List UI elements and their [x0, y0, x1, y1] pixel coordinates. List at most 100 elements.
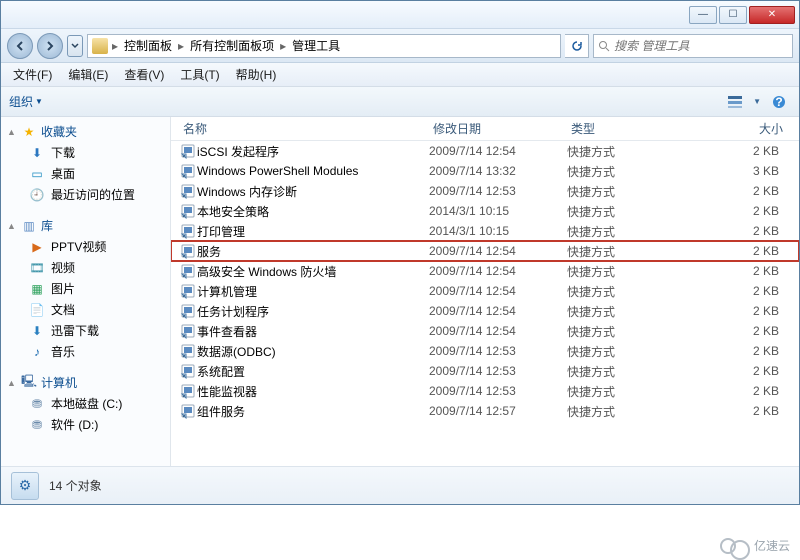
shortcut-icon	[179, 403, 197, 419]
file-row[interactable]: 性能监视器 2009/7/14 12:53 快捷方式 2 KB	[171, 381, 799, 401]
sidebar-item-icon: 🎞	[29, 260, 45, 276]
close-button[interactable]: ✕	[749, 6, 795, 24]
sidebar-computer-header[interactable]: ▲ 🖳 计算机	[7, 372, 170, 393]
shortcut-icon	[179, 263, 197, 279]
file-row[interactable]: 高级安全 Windows 防火墙 2009/7/14 12:54 快捷方式 2 …	[171, 261, 799, 281]
file-row[interactable]: 数据源(ODBC) 2009/7/14 12:53 快捷方式 2 KB	[171, 341, 799, 361]
sidebar-item-label: 软件 (D:)	[51, 416, 98, 433]
shortcut-icon	[179, 223, 197, 239]
menu-help[interactable]: 帮助(H)	[230, 64, 283, 85]
sidebar-item-icon: ⛃	[29, 396, 45, 412]
help-icon: ?	[772, 95, 786, 109]
arrow-left-icon	[14, 40, 26, 52]
nav-forward-button[interactable]	[37, 33, 63, 59]
breadcrumb-seg-3[interactable]: 管理工具	[290, 37, 342, 54]
status-count: 14 个对象	[49, 477, 102, 494]
help-button[interactable]: ?	[767, 91, 791, 113]
file-type: 快捷方式	[567, 283, 717, 300]
sidebar-item[interactable]: ⬇ 迅雷下载	[7, 320, 170, 341]
sidebar-item[interactable]: 🕘 最近访问的位置	[7, 184, 170, 205]
file-size: 2 KB	[717, 384, 787, 398]
organize-dropdown-icon[interactable]: ▼	[35, 97, 43, 106]
search-input[interactable]	[614, 39, 788, 53]
sidebar-favorites-header[interactable]: ▲ ★ 收藏夹	[7, 121, 170, 142]
search-box[interactable]	[593, 34, 793, 58]
file-date: 2009/7/14 12:54	[429, 264, 567, 278]
nav-back-button[interactable]	[7, 33, 33, 59]
organize-button[interactable]: 组织	[9, 93, 33, 110]
sidebar-item-icon: 📄	[29, 302, 45, 318]
breadcrumb-seg-2[interactable]: 所有控制面板项	[188, 37, 276, 54]
file-row[interactable]: 组件服务 2009/7/14 12:57 快捷方式 2 KB	[171, 401, 799, 421]
sidebar-item[interactable]: ▦ 图片	[7, 278, 170, 299]
nav-history-dropdown[interactable]	[67, 35, 83, 57]
file-row[interactable]: 打印管理 2014/3/1 10:15 快捷方式 2 KB	[171, 221, 799, 241]
file-row[interactable]: 计算机管理 2009/7/14 12:54 快捷方式 2 KB	[171, 281, 799, 301]
file-size: 2 KB	[717, 144, 787, 158]
file-row[interactable]: 本地安全策略 2014/3/1 10:15 快捷方式 2 KB	[171, 201, 799, 221]
breadcrumb[interactable]: ▸ 控制面板 ▸ 所有控制面板项 ▸ 管理工具	[87, 34, 561, 58]
col-type[interactable]: 类型	[567, 120, 717, 137]
refresh-button[interactable]	[565, 34, 589, 58]
window-titlebar[interactable]: — ☐ ✕	[1, 1, 799, 29]
file-row[interactable]: 事件查看器 2009/7/14 12:54 快捷方式 2 KB	[171, 321, 799, 341]
col-name[interactable]: 名称	[179, 120, 429, 137]
sidebar-item[interactable]: ⛃ 本地磁盘 (C:)	[7, 393, 170, 414]
file-name: iSCSI 发起程序	[197, 143, 429, 160]
file-type: 快捷方式	[567, 203, 717, 220]
sidebar-item[interactable]: ⛃ 软件 (D:)	[7, 414, 170, 435]
col-date[interactable]: 修改日期	[429, 120, 567, 137]
file-type: 快捷方式	[567, 303, 717, 320]
navigation-pane[interactable]: ▲ ★ 收藏夹 ⬇ 下载 ▭ 桌面 🕘 最近访问的位置 ▲ ▥ 库 ▶ PPTV…	[1, 117, 171, 466]
file-name: 任务计划程序	[197, 303, 429, 320]
shortcut-icon	[179, 283, 197, 299]
file-row[interactable]: 服务 2009/7/14 12:54 快捷方式 2 KB	[171, 241, 799, 261]
maximize-button[interactable]: ☐	[719, 6, 747, 24]
chevron-down-icon	[71, 42, 79, 50]
sidebar-item[interactable]: ▶ PPTV视频	[7, 236, 170, 257]
file-list-pane: 名称 修改日期 类型 大小 iSCSI 发起程序 2009/7/14 12:54…	[171, 117, 799, 466]
file-name: 计算机管理	[197, 283, 429, 300]
computer-icon: 🖳	[21, 375, 37, 391]
menu-view[interactable]: 查看(V)	[118, 64, 170, 85]
sidebar-item-icon: ♪	[29, 344, 45, 360]
sidebar-libraries-header[interactable]: ▲ ▥ 库	[7, 215, 170, 236]
sidebar-item-icon: ▦	[29, 281, 45, 297]
sidebar-item[interactable]: ⬇ 下载	[7, 142, 170, 163]
menu-edit[interactable]: 编辑(E)	[62, 64, 114, 85]
file-name: 服务	[197, 243, 429, 260]
watermark-text: 亿速云	[754, 537, 790, 554]
file-size: 2 KB	[717, 324, 787, 338]
file-date: 2009/7/14 12:57	[429, 404, 567, 418]
sidebar-item[interactable]: ▭ 桌面	[7, 163, 170, 184]
col-size[interactable]: 大小	[717, 120, 787, 137]
file-date: 2014/3/1 10:15	[429, 224, 567, 238]
shortcut-icon	[179, 303, 197, 319]
file-row[interactable]: Windows PowerShell Modules 2009/7/14 13:…	[171, 161, 799, 181]
file-size: 2 KB	[717, 304, 787, 318]
sidebar-item[interactable]: 📄 文档	[7, 299, 170, 320]
file-row[interactable]: 任务计划程序 2009/7/14 12:54 快捷方式 2 KB	[171, 301, 799, 321]
expand-icon: ▲	[7, 221, 17, 231]
view-dropdown-icon[interactable]: ▼	[753, 97, 761, 106]
refresh-icon	[571, 40, 583, 52]
column-headers[interactable]: 名称 修改日期 类型 大小	[171, 117, 799, 141]
file-date: 2009/7/14 12:53	[429, 184, 567, 198]
minimize-button[interactable]: —	[689, 6, 717, 24]
sidebar-computer-label: 计算机	[41, 374, 77, 391]
file-date: 2009/7/14 12:54	[429, 304, 567, 318]
file-row[interactable]: Windows 内存诊断 2009/7/14 12:53 快捷方式 2 KB	[171, 181, 799, 201]
menu-file[interactable]: 文件(F)	[7, 64, 58, 85]
sidebar-item[interactable]: ♪ 音乐	[7, 341, 170, 362]
file-name: 事件查看器	[197, 323, 429, 340]
search-icon	[598, 40, 610, 52]
view-mode-button[interactable]	[723, 91, 747, 113]
menu-tools[interactable]: 工具(T)	[174, 64, 225, 85]
file-row[interactable]: 系统配置 2009/7/14 12:53 快捷方式 2 KB	[171, 361, 799, 381]
file-date: 2009/7/14 12:53	[429, 364, 567, 378]
breadcrumb-seg-1[interactable]: 控制面板	[122, 37, 174, 54]
sidebar-item[interactable]: 🎞 视频	[7, 257, 170, 278]
file-row[interactable]: iSCSI 发起程序 2009/7/14 12:54 快捷方式 2 KB	[171, 141, 799, 161]
file-type: 快捷方式	[567, 403, 717, 420]
content-body: ▲ ★ 收藏夹 ⬇ 下载 ▭ 桌面 🕘 最近访问的位置 ▲ ▥ 库 ▶ PPTV…	[1, 117, 799, 466]
